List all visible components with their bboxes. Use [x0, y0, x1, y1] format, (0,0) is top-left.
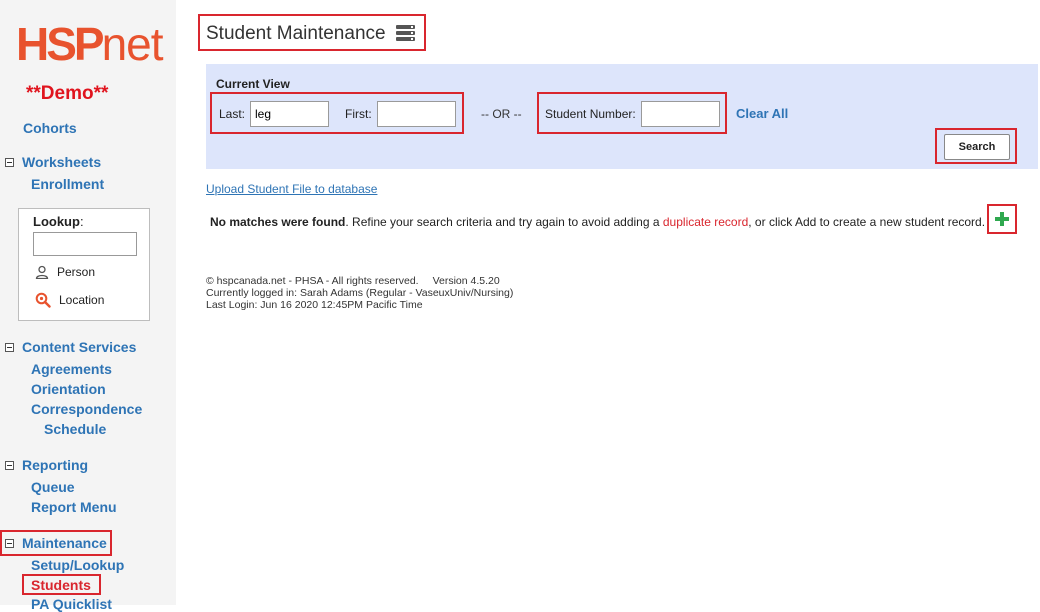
lookup-label: Lookup:: [33, 214, 84, 229]
nav-content-services[interactable]: Content Services: [22, 339, 136, 355]
logged-in-text: Currently logged in: Sarah Adams (Regula…: [206, 287, 514, 299]
nav-correspondence[interactable]: Correspondence: [31, 401, 142, 417]
nav-queue[interactable]: Queue: [31, 479, 75, 495]
lookup-panel: Lookup: Person Location: [18, 208, 150, 321]
students-highlight: [22, 574, 101, 595]
nav-orientation[interactable]: Orientation: [31, 381, 106, 397]
nav-pa-quicklist[interactable]: PA Quicklist: [31, 596, 112, 612]
nav-reporting[interactable]: Reporting: [22, 457, 88, 473]
search-button-highlight: [935, 128, 1017, 164]
collapse-reporting-icon[interactable]: [5, 461, 14, 470]
maintenance-highlight: [0, 530, 112, 556]
upload-student-file-link[interactable]: Upload Student File to database: [206, 182, 377, 196]
hspnet-logo[interactable]: HSPnet: [16, 18, 164, 70]
nav-enrollment[interactable]: Enrollment: [31, 176, 104, 192]
lookup-input[interactable]: [33, 232, 137, 256]
copyright-text: © hspcanada.net - PHSA - All rights rese…: [206, 275, 419, 287]
location-search-icon: [35, 292, 51, 308]
lookup-location-label: Location: [59, 293, 105, 307]
lookup-person-label: Person: [57, 265, 96, 279]
nav-setup-lookup[interactable]: Setup/Lookup: [31, 557, 124, 573]
collapse-content-services-icon[interactable]: [5, 343, 14, 352]
nav-worksheets[interactable]: Worksheets: [22, 154, 101, 170]
duplicate-record-link[interactable]: duplicate record: [663, 215, 748, 229]
nav-cohorts[interactable]: Cohorts: [23, 120, 77, 136]
lookup-person-option[interactable]: Person: [35, 265, 95, 279]
version-text: Version 4.5.20: [432, 275, 500, 287]
last-login-text: Last Login: Jun 16 2020 12:45PM Pacific …: [206, 299, 423, 311]
person-icon: [35, 265, 49, 279]
current-view-label: Current View: [216, 77, 290, 91]
add-button-highlight: [987, 204, 1017, 234]
no-match-message: No matches were found. Refine your searc…: [210, 215, 986, 229]
nav-agreements[interactable]: Agreements: [31, 361, 112, 377]
footer: © hspcanada.net - PHSA - All rights rese…: [206, 275, 513, 311]
clear-all-link[interactable]: Clear All: [736, 106, 788, 121]
student-number-highlight: [537, 92, 727, 134]
lookup-location-option[interactable]: Location: [35, 292, 104, 308]
nav-schedule[interactable]: Schedule: [44, 421, 106, 437]
name-fields-highlight: [210, 92, 464, 134]
or-separator: -- OR --: [481, 107, 522, 121]
title-highlight: [198, 14, 426, 51]
demo-label: **Demo**: [26, 83, 109, 104]
collapse-worksheets-icon[interactable]: [5, 158, 14, 167]
nav-report-menu[interactable]: Report Menu: [31, 499, 117, 515]
sidebar: HSPnet **Demo** Cohorts Worksheets Enrol…: [0, 0, 176, 612]
